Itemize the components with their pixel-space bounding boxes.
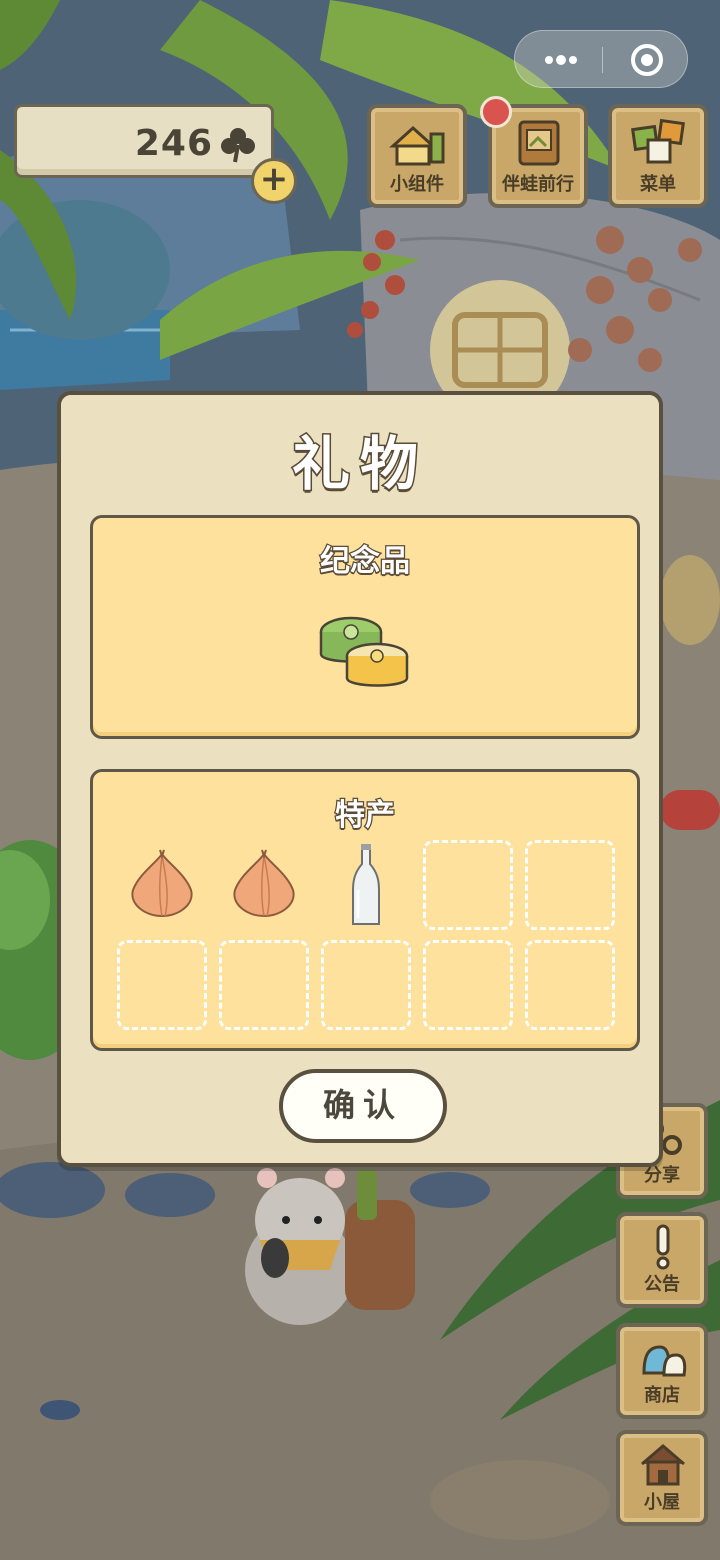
empty-specialty-slot bbox=[117, 940, 207, 1030]
clover-count: 246 bbox=[134, 123, 213, 164]
shop-button[interactable]: 商店 bbox=[616, 1323, 708, 1419]
empty-specialty-slot bbox=[423, 840, 513, 930]
plus-icon: + bbox=[259, 159, 289, 199]
photo-album-label: 伴蛙前行 bbox=[502, 174, 574, 195]
dialog-title: 礼物 bbox=[290, 429, 428, 500]
announcement-label: 公告 bbox=[644, 1274, 680, 1295]
onion-icon bbox=[131, 849, 193, 918]
menu-label: 菜单 bbox=[640, 174, 676, 195]
mini-program-capsule bbox=[514, 30, 688, 88]
shop-bags-icon bbox=[642, 1345, 687, 1377]
house-icon bbox=[641, 1444, 685, 1486]
empty-specialty-slot bbox=[525, 940, 615, 1030]
widget-icon bbox=[389, 125, 445, 166]
widget-label: 小组件 bbox=[390, 174, 444, 195]
specialty-title: 特产 bbox=[334, 797, 397, 835]
gift-dialog: 礼物 纪念品 特产 确认 bbox=[57, 391, 663, 1167]
souvenir-section: 纪念品 bbox=[90, 515, 640, 739]
glass-bottle-icon bbox=[352, 844, 380, 925]
empty-specialty-slot bbox=[525, 840, 615, 930]
photo-album-icon bbox=[518, 120, 560, 166]
confirm-button[interactable]: 确认 bbox=[279, 1069, 447, 1143]
souvenir-title: 纪念品 bbox=[319, 543, 412, 581]
widget-button[interactable]: 小组件 bbox=[367, 104, 467, 208]
house-button[interactable]: 小屋 bbox=[616, 1430, 708, 1526]
empty-specialty-slot bbox=[423, 940, 513, 1030]
clover-counter: 246 bbox=[14, 104, 274, 178]
capsule-divider bbox=[602, 47, 603, 73]
clover-icon bbox=[221, 128, 255, 163]
house-label: 小屋 bbox=[644, 1492, 680, 1513]
shop-label: 商店 bbox=[644, 1385, 680, 1406]
mooncake-icon[interactable] bbox=[313, 610, 413, 700]
specialty-slot[interactable] bbox=[219, 840, 309, 930]
specialty-slot[interactable] bbox=[321, 840, 411, 930]
menu-button[interactable]: 菜单 bbox=[608, 104, 708, 208]
announcement-button[interactable]: 公告 bbox=[616, 1212, 708, 1308]
menu-cards-icon bbox=[631, 118, 685, 164]
add-clover-button[interactable]: + bbox=[251, 158, 297, 204]
target-circle-icon[interactable] bbox=[629, 42, 665, 78]
empty-specialty-slot bbox=[321, 940, 411, 1030]
empty-specialty-slot bbox=[219, 940, 309, 1030]
exclamation-icon bbox=[656, 1224, 670, 1270]
specialty-section: 特产 bbox=[90, 769, 640, 1051]
more-dots-icon[interactable] bbox=[537, 45, 585, 75]
notification-badge bbox=[480, 96, 512, 128]
onion-icon bbox=[233, 849, 295, 918]
specialty-slot[interactable] bbox=[117, 840, 207, 930]
